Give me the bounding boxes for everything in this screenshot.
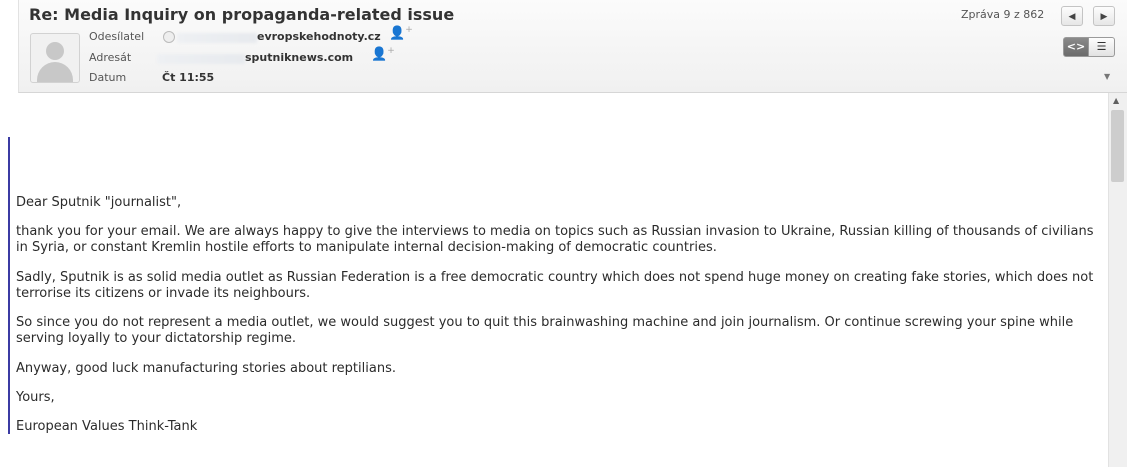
hamburger-icon: ☰	[1096, 40, 1107, 53]
sender-avatar	[30, 33, 80, 83]
triangle-left-icon: ◀	[1068, 12, 1076, 22]
message-header: Re: Media Inquiry on propaganda-related …	[18, 0, 1127, 93]
date-label: Datum	[89, 71, 127, 84]
recipient-address[interactable]: sputniknews.com	[245, 51, 353, 64]
source-view-button[interactable]: <>	[1063, 37, 1089, 57]
paragraph-2: Sadly, Sputnik is as solid media outlet …	[16, 270, 1094, 301]
greeting: Dear Sputnik "journalist",	[16, 195, 182, 210]
triangle-right-icon: ▶	[1100, 12, 1108, 22]
sender-address[interactable]: evropskehodnoty.cz	[257, 30, 381, 43]
recipient-label: Adresát	[89, 51, 132, 64]
paragraph-1: thank you for your email. We are always …	[16, 224, 1094, 255]
date-value: Čt 11:55	[162, 71, 215, 84]
sender-redacted	[177, 33, 257, 43]
message-subject: Re: Media Inquiry on propaganda-related …	[29, 5, 455, 24]
recipient-redacted	[157, 54, 245, 64]
next-message-button[interactable]: ▶	[1093, 6, 1115, 26]
signature: European Values Think-Tank	[16, 419, 198, 434]
plain-view-button[interactable]: ☰	[1089, 37, 1115, 57]
expand-header-icon[interactable]: ▼	[1104, 72, 1110, 81]
scroll-up-arrow-icon[interactable]: ▲	[1113, 96, 1119, 105]
sender-label: Odesílatel	[89, 30, 145, 43]
code-brackets-icon: <>	[1066, 40, 1086, 53]
closing: Yours,	[16, 390, 55, 405]
quote-bar	[8, 137, 10, 434]
add-contact-sender-icon[interactable]: 👤+	[389, 25, 413, 41]
scrollbar-thumb[interactable]	[1111, 110, 1124, 182]
contact-status-icon	[163, 31, 175, 43]
previous-message-button[interactable]: ◀	[1061, 6, 1083, 26]
add-contact-recipient-icon[interactable]: 👤+	[371, 46, 395, 62]
message-counter: Zpráva 9 z 862	[961, 8, 1045, 21]
paragraph-4: Anyway, good luck manufacturing stories …	[16, 361, 396, 376]
paragraph-3: So since you do not represent a media ou…	[16, 315, 1074, 346]
